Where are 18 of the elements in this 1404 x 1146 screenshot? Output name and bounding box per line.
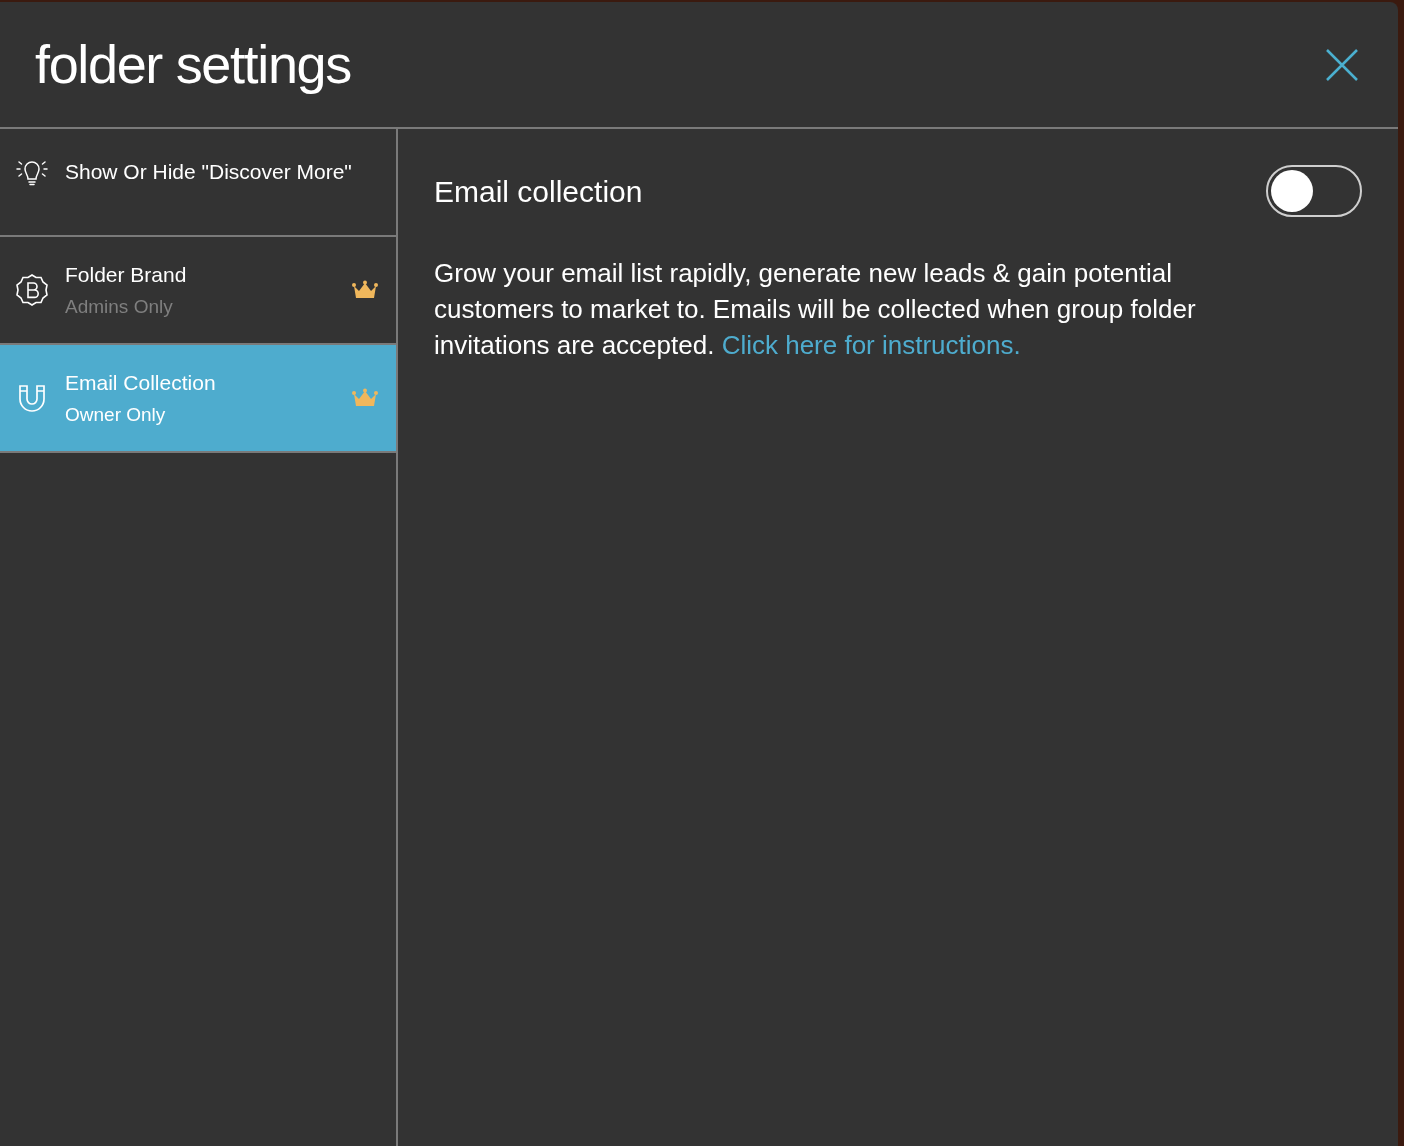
magnet-icon xyxy=(17,383,47,413)
crown-icon xyxy=(352,280,378,300)
close-button[interactable] xyxy=(1324,46,1360,83)
lightbulb-icon xyxy=(15,158,49,186)
dialog-title: folder settings xyxy=(35,33,351,96)
close-icon xyxy=(1326,48,1358,81)
section-heading: Email collection xyxy=(434,173,643,210)
item-subtitle: Owner Only xyxy=(65,402,167,427)
letter-badge-icon xyxy=(15,273,49,307)
toggle-knob xyxy=(1271,170,1313,212)
item-label: Email Collection xyxy=(65,370,217,396)
description-text: Grow your email list rapidly, generate new leads & gain potential customers to market to. Emails will be collected when group folder invitations are accepted. Click here for instructions. xyxy=(434,257,1197,362)
item-label: Folder Brand xyxy=(65,262,188,288)
crown-icon xyxy=(352,388,378,408)
item-label: Show Or Hide "Discover More" xyxy=(65,159,353,186)
item-subtitle: Admins Only xyxy=(65,294,174,319)
instructions-link[interactable]: Click here for instructions. xyxy=(721,330,1021,360)
toggle-switch[interactable] xyxy=(1266,165,1362,217)
